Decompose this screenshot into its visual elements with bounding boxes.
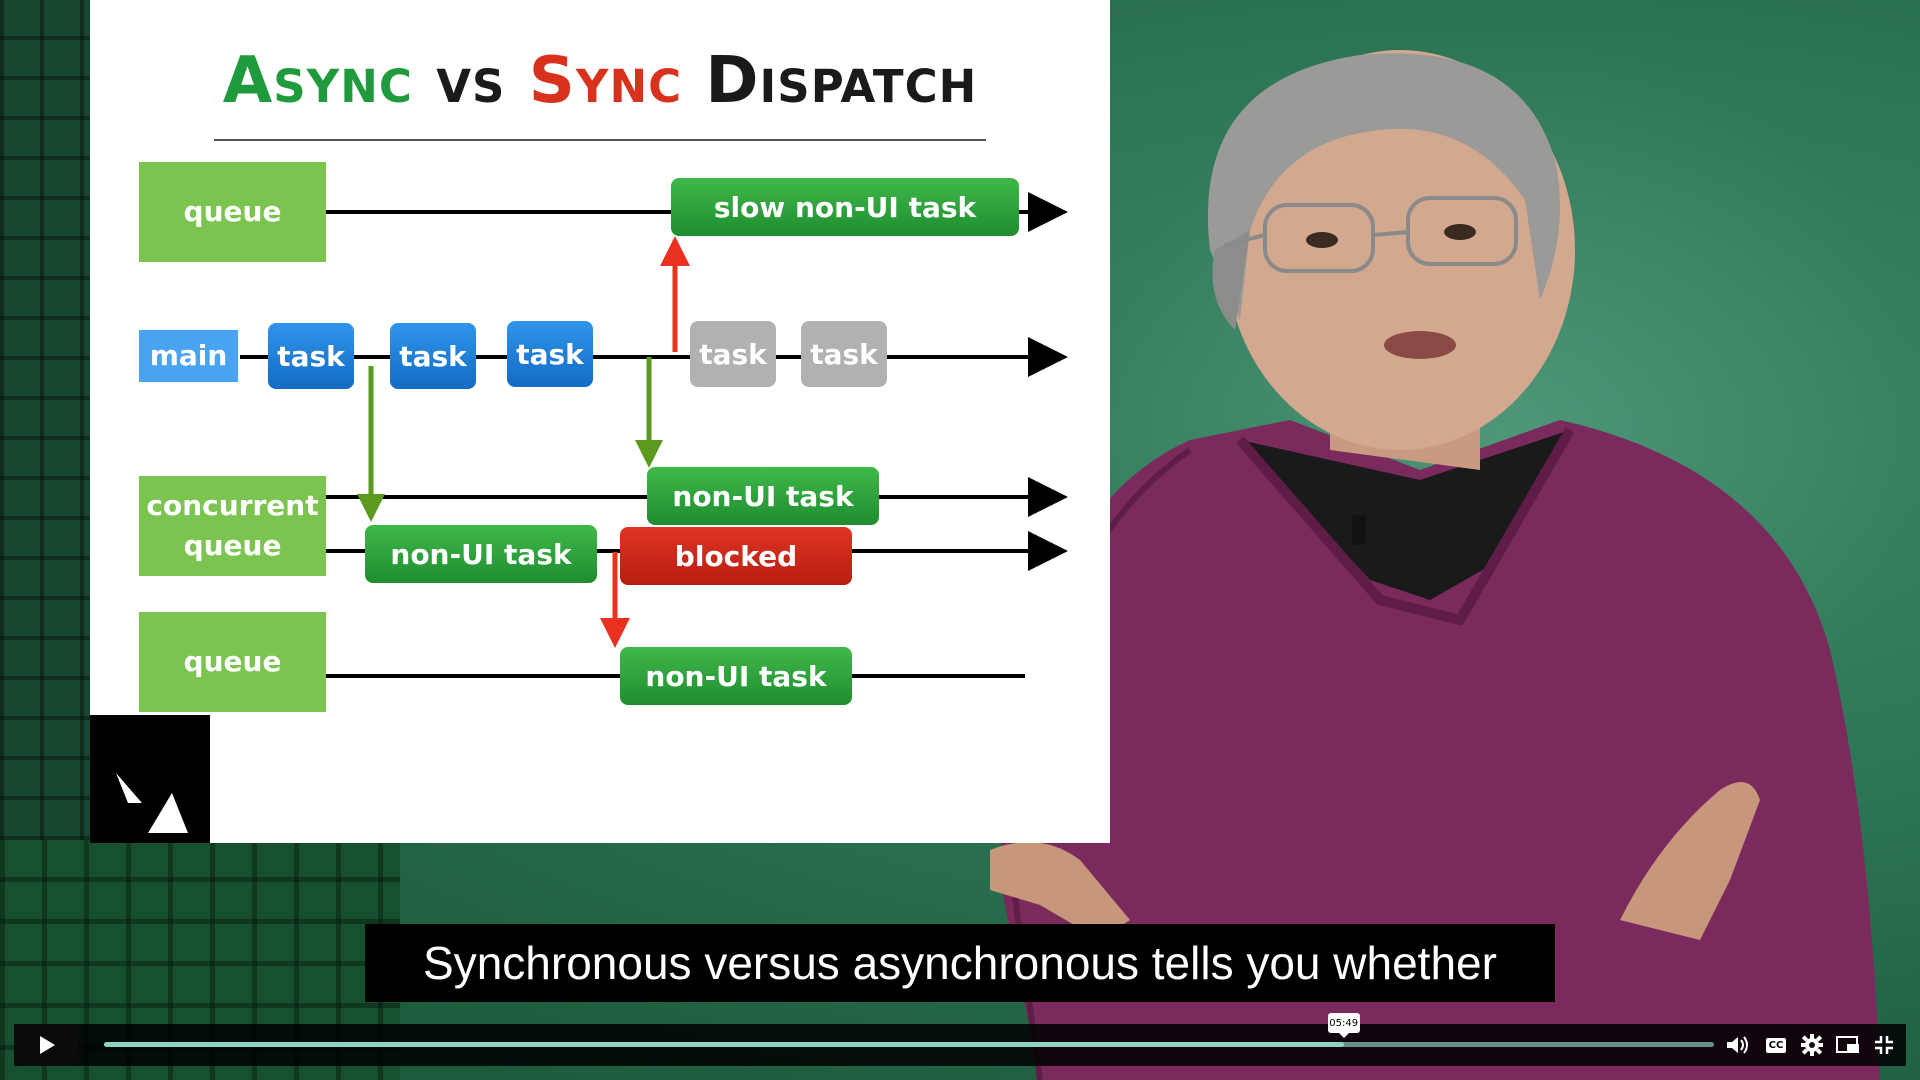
queue-bottom-task: non-UI task [620,647,852,705]
green-arrow-1-head [357,494,385,522]
queue-top-label: queue [139,162,326,262]
concurrent-task-upper: non-UI task [647,467,879,525]
settings-gear-icon [1801,1034,1823,1056]
progress-bar[interactable] [104,1042,1714,1047]
exit-fullscreen-icon [1875,1036,1893,1054]
main-task-grey-1: task [690,321,776,387]
red-arrow-up-head [660,236,690,266]
main-task-grey-2: task [801,321,887,387]
volume-icon [1727,1036,1748,1054]
settings-button[interactable] [1798,1032,1826,1058]
volume-button[interactable] [1724,1032,1752,1058]
diagram-timelines [240,192,1068,678]
slide: Async vs Sync Dispatch queue main concur… [90,0,1110,843]
main-task-2: task [390,323,476,389]
main-label: main [139,330,238,382]
blocked-box: blocked [620,527,852,585]
picture-in-picture-button[interactable] [1834,1032,1862,1058]
green-arrow-2-head [635,440,663,468]
video-frame[interactable]: Async vs Sync Dispatch queue main concur… [0,0,1920,1080]
subtitle-caption: Synchronous versus asynchronous tells yo… [365,924,1555,1002]
closed-captions-button[interactable]: CC [1762,1032,1790,1058]
play-button[interactable] [16,1024,78,1066]
main-task-3: task [507,321,593,387]
time-tooltip: 05:49 [1327,1013,1360,1038]
progress-fill [104,1042,1344,1047]
slow-non-ui-task: slow non-UI task [671,178,1019,236]
red-arrow-down-head [600,618,630,648]
closed-captions-icon: CC [1765,1037,1787,1053]
exit-fullscreen-button[interactable] [1870,1032,1898,1058]
main-task-1: task [268,323,354,389]
play-icon [40,1036,55,1054]
rw-logo-icon [90,715,210,843]
picture-in-picture-icon [1836,1036,1859,1053]
concurrent-queue-label: concurrent queue [139,476,326,576]
queue-bottom-label: queue [139,612,326,712]
concurrent-task-lower: non-UI task [365,525,597,583]
